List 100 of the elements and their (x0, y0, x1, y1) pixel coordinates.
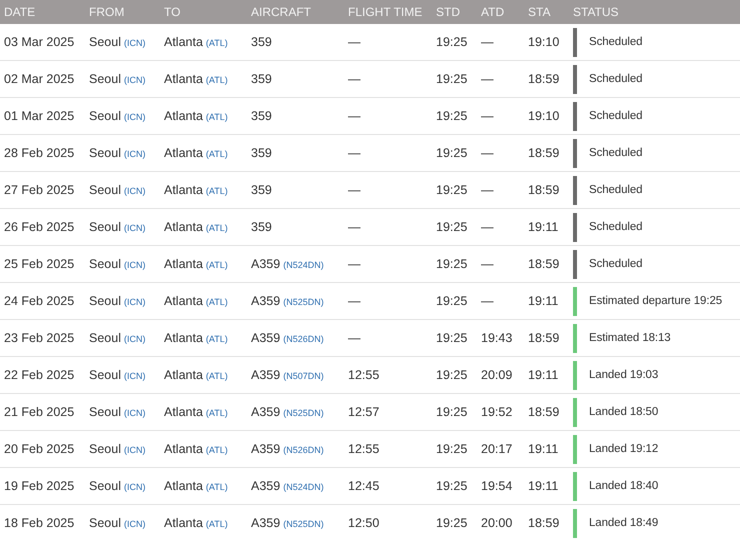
airport-code[interactable]: (ICN) (124, 334, 146, 344)
std-cell: 19:25 (432, 468, 477, 504)
atd-cell: — (477, 246, 524, 282)
column-header: DATE (0, 0, 85, 24)
sta-cell: 19:11 (524, 356, 569, 394)
airport-code[interactable]: (ATL) (206, 482, 228, 492)
airport-code[interactable]: (ATL) (206, 149, 228, 159)
airport-code[interactable]: (ICN) (124, 408, 146, 418)
std-cell: 19:25 (432, 394, 477, 430)
city-name: Atlanta (164, 479, 203, 493)
airport-code[interactable]: (ICN) (124, 112, 146, 122)
flight-time-cell: — (344, 320, 432, 356)
status-text: Landed 18:49 (589, 517, 658, 529)
airport-code[interactable]: (ATL) (206, 75, 228, 85)
atd-cell: 20:00 (477, 504, 524, 540)
airport-code[interactable]: (ATL) (206, 223, 228, 233)
column-header: ATD (477, 0, 524, 24)
flight-time-cell: — (344, 134, 432, 172)
sta-cell: 19:11 (524, 430, 569, 468)
column-header: STD (432, 0, 477, 24)
aircraft-type: A359 (251, 516, 280, 530)
airport-code[interactable]: (ICN) (124, 482, 146, 492)
city-name: Seoul (89, 294, 121, 308)
airport-code[interactable]: (ATL) (206, 371, 228, 381)
flight-time-cell: 12:55 (344, 356, 432, 394)
atd-cell: — (477, 172, 524, 208)
status-text: Scheduled (589, 110, 642, 122)
status-text: Scheduled (589, 36, 642, 48)
registration-link[interactable]: (N524DN) (283, 482, 324, 492)
flight-time-cell: — (344, 246, 432, 282)
airport-code[interactable]: (ICN) (124, 297, 146, 307)
airport-code[interactable]: (ATL) (206, 112, 228, 122)
atd-cell: — (477, 24, 524, 60)
airport-code[interactable]: (ICN) (124, 519, 146, 529)
city-name: Atlanta (164, 331, 203, 345)
aircraft-type: A359 (251, 442, 280, 456)
registration-link[interactable]: (N526DN) (283, 334, 324, 344)
std-cell: 19:25 (432, 134, 477, 172)
column-header: FLIGHT TIME (344, 0, 432, 24)
city-name: Seoul (89, 109, 121, 123)
city-name: Atlanta (164, 442, 203, 456)
status-text: Estimated departure 19:25 (589, 295, 722, 307)
airport-code[interactable]: (ATL) (206, 297, 228, 307)
city-name: Seoul (89, 331, 121, 345)
registration-link[interactable]: (N526DN) (283, 445, 324, 455)
registration-link[interactable]: (N524DN) (283, 260, 324, 270)
airport-code[interactable]: (ICN) (124, 186, 146, 196)
registration-link[interactable]: (N525DN) (283, 297, 324, 307)
airport-code[interactable]: (ATL) (206, 408, 228, 418)
sta-cell: 19:11 (524, 208, 569, 246)
aircraft-type: 359 (251, 146, 272, 160)
std-cell: 19:25 (432, 356, 477, 394)
airport-code[interactable]: (ATL) (206, 38, 228, 48)
airport-code[interactable]: (ATL) (206, 519, 228, 529)
flight-time-cell: — (344, 208, 432, 246)
flight-time-cell: 12:57 (344, 394, 432, 430)
status-text: Landed 18:40 (589, 480, 658, 492)
airport-code[interactable]: (ATL) (206, 334, 228, 344)
aircraft-type: A359 (251, 294, 280, 308)
date-cell: 26 Feb 2025 (0, 208, 85, 246)
atd-cell: 20:09 (477, 356, 524, 394)
city-name: Atlanta (164, 257, 203, 271)
flight-time-cell: 12:50 (344, 504, 432, 540)
airport-code[interactable]: (ATL) (206, 445, 228, 455)
std-cell: 19:25 (432, 430, 477, 468)
std-cell: 19:25 (432, 246, 477, 282)
sta-cell: 18:59 (524, 60, 569, 98)
aircraft-type: 359 (251, 109, 272, 123)
airport-code[interactable]: (ICN) (124, 371, 146, 381)
status-text: Scheduled (589, 258, 642, 270)
airport-code[interactable]: (ICN) (124, 223, 146, 233)
aircraft-type: A359 (251, 405, 280, 419)
status-text: Scheduled (589, 147, 642, 159)
sta-cell: 19:11 (524, 468, 569, 504)
airport-code[interactable]: (ICN) (124, 149, 146, 159)
city-name: Atlanta (164, 368, 203, 382)
registration-link[interactable]: (N507DN) (283, 371, 324, 381)
atd-cell: — (477, 134, 524, 172)
atd-cell: 19:52 (477, 394, 524, 430)
registration-link[interactable]: (N525DN) (283, 519, 324, 529)
airport-code[interactable]: (ICN) (124, 260, 146, 270)
atd-cell: — (477, 208, 524, 246)
status-text: Scheduled (589, 184, 642, 196)
sta-cell: 18:59 (524, 172, 569, 208)
flight-time-cell: — (344, 24, 432, 60)
airport-code[interactable]: (ATL) (206, 260, 228, 270)
aircraft-type: 359 (251, 72, 272, 86)
airport-code[interactable]: (ICN) (124, 75, 146, 85)
date-cell: 01 Mar 2025 (0, 98, 85, 134)
city-name: Seoul (89, 35, 121, 49)
city-name: Atlanta (164, 146, 203, 160)
city-name: Seoul (89, 516, 121, 530)
atd-cell: 20:17 (477, 430, 524, 468)
airport-code[interactable]: (ICN) (124, 38, 146, 48)
date-cell: 20 Feb 2025 (0, 430, 85, 468)
airport-code[interactable]: (ATL) (206, 186, 228, 196)
aircraft-type: 359 (251, 183, 272, 197)
column-header: TO (160, 0, 247, 24)
airport-code[interactable]: (ICN) (124, 445, 146, 455)
registration-link[interactable]: (N525DN) (283, 408, 324, 418)
